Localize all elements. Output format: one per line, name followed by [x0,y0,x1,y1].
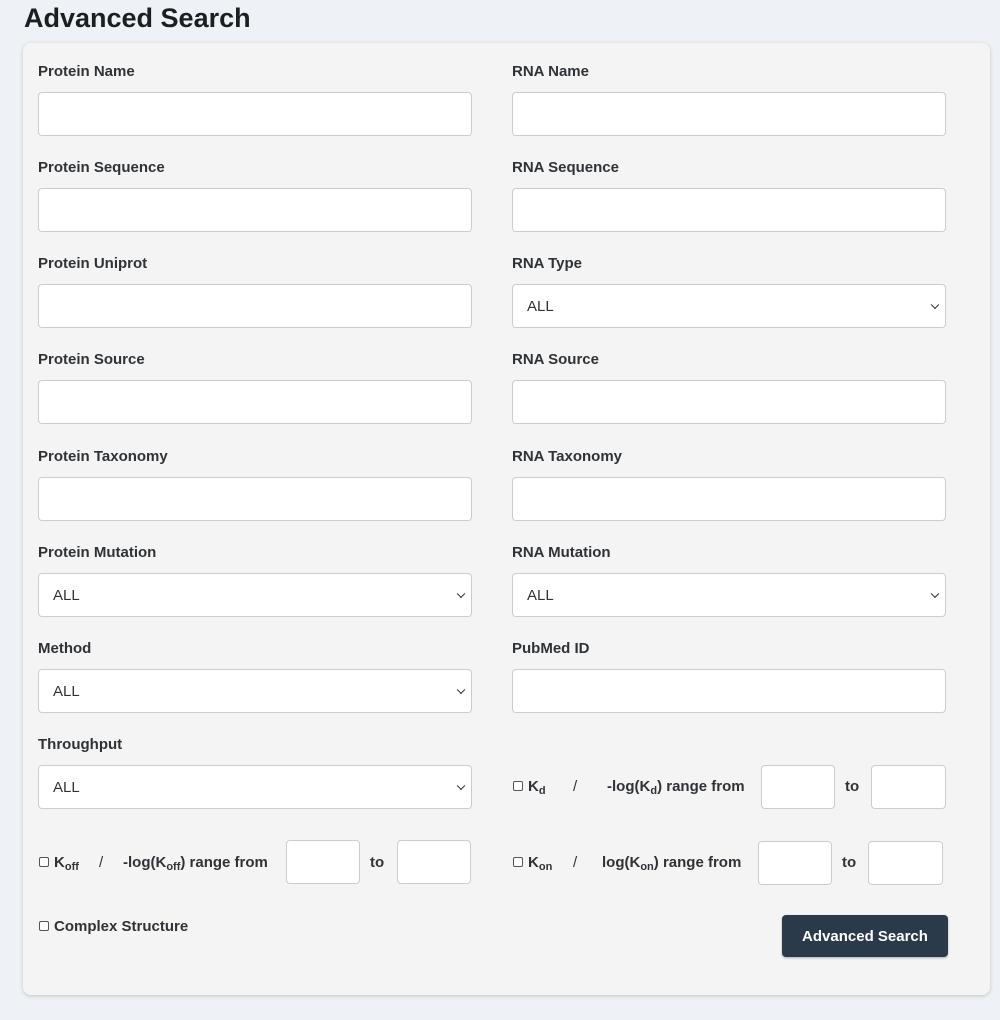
koff-separator: / [99,854,104,871]
kon-range-label: log(Kon) range from [602,854,742,873]
chevron-down-icon [456,781,466,791]
method-label: Method [38,640,92,657]
chevron-down-icon [456,589,466,599]
throughput-label: Throughput [38,736,123,753]
koff-range-label: -log(Koff) range from [123,854,268,873]
koff-from-input[interactable] [286,840,360,884]
chevron-down-icon [930,300,940,310]
kd-from-input[interactable] [761,765,835,809]
chevron-down-icon [456,685,466,695]
koff-label: Koff [54,854,79,873]
kd-separator: / [573,778,578,795]
protein-name-label: Protein Name [38,63,135,80]
protein-taxonomy-label: Protein Taxonomy [38,448,168,465]
koff-to-label: to [370,854,385,871]
kd-to-input[interactable] [871,765,946,809]
throughput-select[interactable]: ALL [38,765,472,809]
protein-sequence-input[interactable] [38,188,472,232]
kon-label: Kon [528,854,553,873]
protein-mutation-selected-value: ALL [53,586,80,604]
protein-source-label: Protein Source [38,351,145,368]
pubmed-id-label: PubMed ID [512,640,590,657]
kon-from-input[interactable] [758,841,832,885]
rna-sequence-label: RNA Sequence [512,159,619,176]
kd-label: Kd [528,778,546,797]
rna-mutation-selected-value: ALL [527,586,554,604]
protein-source-input[interactable] [38,380,472,424]
kd-to-label: to [845,778,860,795]
kon-separator: / [573,854,578,871]
protein-uniprot-label: Protein Uniprot [38,255,148,272]
rna-taxonomy-input[interactable] [512,477,946,521]
kd-range-label: -log(Kd) range from [607,778,745,797]
page-title: Advanced Search [24,3,251,33]
koff-to-input[interactable] [397,840,471,884]
kon-to-label: to [842,854,857,871]
rna-type-label: RNA Type [512,255,583,272]
protein-mutation-select[interactable]: ALL [38,573,472,617]
koff-checkbox[interactable] [39,857,49,867]
rna-source-input[interactable] [512,380,946,424]
protein-name-input[interactable] [38,92,472,136]
method-select[interactable]: ALL [38,669,472,713]
complex-structure-checkbox[interactable] [39,921,49,931]
rna-sequence-input[interactable] [512,188,946,232]
protein-taxonomy-input[interactable] [38,477,472,521]
kon-to-input[interactable] [868,841,943,885]
rna-source-label: RNA Source [512,351,599,368]
rna-name-label: RNA Name [512,63,589,80]
rna-type-select[interactable]: ALL [512,284,946,328]
rna-type-selected-value: ALL [527,297,554,315]
rna-mutation-select[interactable]: ALL [512,573,946,617]
kon-checkbox[interactable] [513,857,523,867]
protein-sequence-label: Protein Sequence [38,159,165,176]
protein-mutation-label: Protein Mutation [38,544,157,561]
pubmed-id-input[interactable] [512,669,946,713]
rna-name-input[interactable] [512,92,946,136]
rna-mutation-label: RNA Mutation [512,544,611,561]
complex-structure-label: Complex Structure [54,918,189,935]
advanced-search-button[interactable]: Advanced Search [782,915,948,957]
method-selected-value: ALL [53,682,80,700]
rna-taxonomy-label: RNA Taxonomy [512,448,623,465]
throughput-selected-value: ALL [53,778,80,796]
chevron-down-icon [930,589,940,599]
kd-checkbox[interactable] [513,781,523,791]
protein-uniprot-input[interactable] [38,284,472,328]
